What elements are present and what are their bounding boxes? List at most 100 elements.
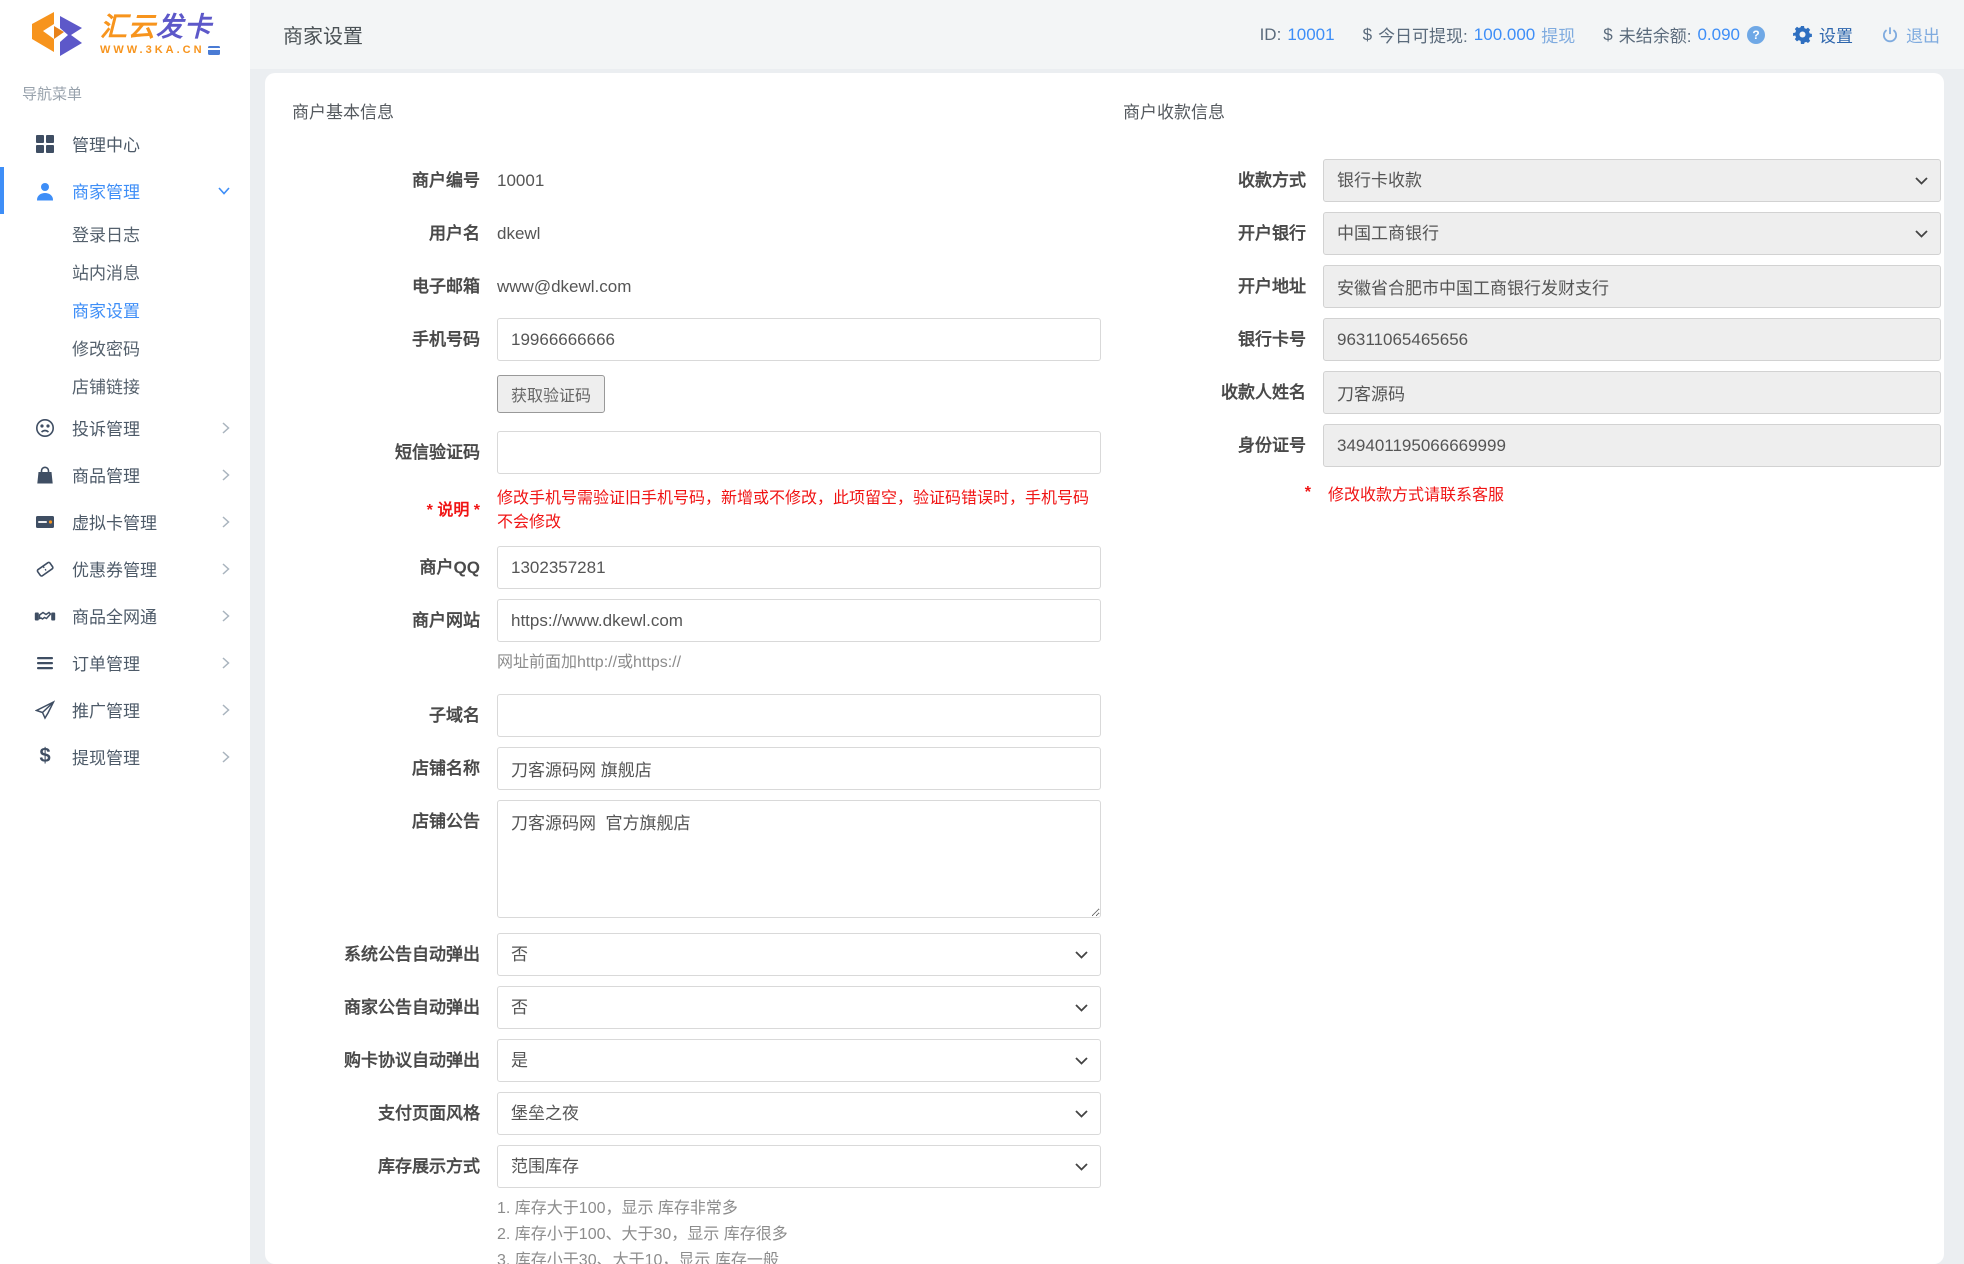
row-phone: 手机号码 [292,318,1101,361]
shop-notice-popup-select[interactable]: 否 [497,986,1101,1029]
withdrawable-label: 今日可提现: [1378,22,1468,47]
content: 商户基本信息 商户编号 10001 用户名 dkewl 电子邮箱 www@dke… [250,69,1964,1264]
sidebar-menu: 管理中心 商家管理 登录日志 站内消息 商家设置 修改密码 店铺链接 [0,120,250,780]
sidebar-item-virtual-cards[interactable]: 虚拟卡管理 [0,498,250,545]
payee-name-label: 收款人姓名 [1123,371,1323,414]
card-no-input[interactable] [1323,318,1941,361]
shop-name-input[interactable] [497,747,1101,790]
sidebar-item-dashboard[interactable]: 管理中心 [0,120,250,167]
payment-info-section: 商户收款信息 收款方式 银行卡收款 开户银行 中国工商银行 [1101,98,1944,1264]
topbar: 商家设置 ID: 10001 $ 今日可提现: 100.000 提现 $ 未结余… [250,0,1964,69]
row-sms-button: 获取验证码 [292,371,1101,421]
qq-input[interactable] [497,546,1101,589]
sidebar-item-site-message[interactable]: 站内消息 [0,252,250,290]
agreement-popup-select[interactable]: 是 [497,1039,1101,1082]
stock-display-label: 库存展示方式 [292,1145,497,1264]
withdraw-link[interactable]: 提现 [1541,22,1575,47]
username-label: 用户名 [292,212,497,255]
payment-method-select[interactable]: 银行卡收款 [1323,159,1941,202]
qq-label: 商户QQ [292,546,497,589]
website-label: 商户网站 [292,599,497,682]
sidebar-item-product-network[interactable]: 商品全网通 [0,592,250,639]
stock-display-select[interactable]: 范围库存 [497,1145,1101,1188]
website-input[interactable] [497,599,1101,642]
user-icon [33,181,57,201]
list-icon [33,653,57,673]
agreement-popup-label: 购卡协议自动弹出 [292,1039,497,1082]
get-code-button[interactable]: 获取验证码 [497,375,605,413]
chevron-right-icon [222,610,230,622]
row-agreement-popup: 购卡协议自动弹出 是 [292,1039,1101,1082]
submenu-label: 店铺链接 [72,373,140,398]
row-email: 电子邮箱 www@dkewl.com [292,265,1101,308]
row-qq: 商户QQ [292,546,1101,589]
brand-logo[interactable]: 汇云发卡 WWW.3KA.CN [0,0,250,69]
payment-note-text: 修改收款方式请联系客服 [1328,481,1504,505]
power-icon [1881,26,1899,44]
stock-hint-3: 3. 库存小于30、大于10，显示 库存一般 [497,1248,1101,1264]
sidebar-item-complaints[interactable]: 投诉管理 [0,404,250,451]
phone-note-text: 修改手机号需验证旧手机号码，新增或不修改，此项留空，验证码错误时，手机号码不会修… [497,484,1101,532]
sidebar-item-change-password[interactable]: 修改密码 [0,328,250,366]
sidebar-item-merchant[interactable]: 商家管理 [0,167,250,214]
submenu-label: 登录日志 [72,221,140,246]
bank-address-input[interactable] [1323,265,1941,308]
sys-notice-popup-select[interactable]: 否 [497,933,1101,976]
sms-code-label: 短信验证码 [292,431,497,474]
pay-style-select[interactable]: 堡垒之夜 [497,1092,1101,1135]
subdomain-input[interactable] [497,694,1101,737]
row-merchant-no: 商户编号 10001 [292,159,1101,202]
sidebar-item-label: 商品管理 [72,462,140,487]
merchant-id: ID: 10001 [1260,25,1335,45]
row-bank-address: 开户地址 [1123,265,1941,308]
sidebar-item-orders[interactable]: 订单管理 [0,639,250,686]
row-shop-notice-popup: 商家公告自动弹出 否 [292,986,1101,1029]
payee-name-input[interactable] [1323,371,1941,414]
id-number-input[interactable] [1323,424,1941,467]
card-no-label: 银行卡号 [1123,318,1323,361]
logout-label: 退出 [1906,22,1940,47]
chevron-right-icon [222,563,230,575]
sidebar-item-products[interactable]: 商品管理 [0,451,250,498]
brand-name-orange: 汇云 [100,12,156,42]
row-payee-name: 收款人姓名 [1123,371,1941,414]
shop-notice-popup-label: 商家公告自动弹出 [292,986,497,1029]
help-badge[interactable]: ? [1747,26,1765,44]
logout-button[interactable]: 退出 [1881,22,1940,47]
row-bank: 开户银行 中国工商银行 [1123,212,1941,255]
withdrawable-value: 100.000 [1474,25,1535,45]
sms-code-input[interactable] [497,431,1101,474]
bank-select[interactable]: 中国工商银行 [1323,212,1941,255]
chevron-right-icon [222,657,230,669]
settings-button[interactable]: 设置 [1793,22,1853,47]
coupon-icon [33,559,57,579]
sidebar-item-merchant-settings[interactable]: 商家设置 [0,290,250,328]
grid-icon [33,134,57,154]
sidebar-item-promotion[interactable]: 推广管理 [0,686,250,733]
submenu-label: 站内消息 [72,259,140,284]
dollar-icon: $ [33,745,57,768]
row-shop-notice: 店铺公告 刀客源码网 官方旗舰店 [292,800,1101,923]
note-label: * 说明 * [292,496,497,520]
chevron-right-icon [222,516,230,528]
settings-card: 商户基本信息 商户编号 10001 用户名 dkewl 电子邮箱 www@dke… [265,73,1944,1264]
sidebar-item-shop-link[interactable]: 店铺链接 [0,366,250,404]
phone-label: 手机号码 [292,318,497,361]
unsettled-value: 0.090 [1697,25,1740,45]
row-phone-note: * 说明 * 修改手机号需验证旧手机号码，新增或不修改，此项留空，验证码错误时，… [292,484,1101,532]
chevron-right-icon [222,704,230,716]
brand-name-purple: 发卡 [156,12,212,42]
gear-icon [1793,25,1812,44]
sidebar-item-withdraw[interactable]: $ 提现管理 [0,733,250,780]
bank-label: 开户银行 [1123,212,1323,255]
credit-card-icon [33,512,57,532]
page-title: 商家设置 [283,20,363,49]
section-title-basic: 商户基本信息 [292,98,1101,123]
chevron-down-icon [218,187,230,195]
shop-notice-textarea[interactable]: 刀客源码网 官方旗舰店 [497,800,1101,918]
sidebar-item-login-log[interactable]: 登录日志 [0,214,250,252]
email-value: www@dkewl.com [497,277,631,296]
sidebar-item-coupons[interactable]: 优惠券管理 [0,545,250,592]
sidebar-item-label: 优惠券管理 [72,556,157,581]
phone-input[interactable] [497,318,1101,361]
